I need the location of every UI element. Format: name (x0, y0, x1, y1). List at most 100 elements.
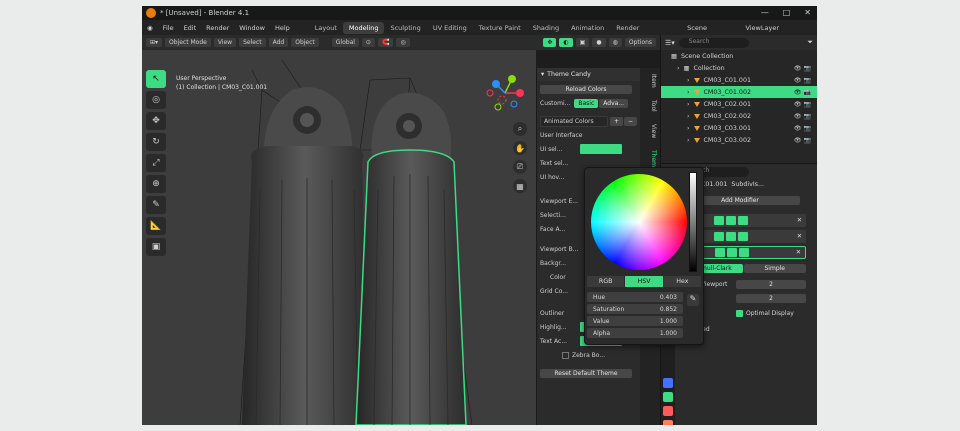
tab-modeling[interactable]: Modeling (342, 21, 385, 34)
customize-advanced-button[interactable]: Adva... (599, 98, 629, 108)
tab-item[interactable]: Item (643, 74, 657, 88)
gizmo-toggle[interactable]: ✥ (543, 38, 557, 47)
visibility-toggles[interactable]: 👁📷 (794, 89, 813, 96)
transform-orientation-dropdown[interactable]: Global (331, 38, 359, 47)
expand-arrow-icon[interactable]: › (687, 101, 690, 108)
outliner-editor-icon[interactable]: ☰▾ (665, 39, 675, 47)
simple-button[interactable]: Simple (743, 264, 806, 273)
visibility-toggles[interactable]: 👁📷 (794, 125, 813, 132)
outliner-row[interactable]: ▦ Scene Collection (661, 50, 817, 62)
outliner-row[interactable]: › ▦ Collection 👁📷 (661, 62, 817, 74)
reload-colors-button[interactable]: Reload Colors (540, 84, 632, 94)
outliner-search[interactable]: Search (678, 37, 749, 48)
panel-title[interactable]: ▾ Theme Candy (537, 68, 640, 81)
outliner-row[interactable]: › CM03_C02.001 👁📷 (661, 98, 817, 110)
tab-view[interactable]: View (643, 124, 657, 138)
physics-tab-icon[interactable] (663, 392, 673, 402)
visibility-toggles[interactable]: 👁📷 (794, 101, 813, 108)
expand-arrow-icon[interactable]: › (687, 77, 690, 84)
render-levels-field[interactable]: 2 (736, 294, 806, 303)
section-user-interface[interactable]: User Interface (540, 132, 582, 139)
proportional-icon[interactable]: ◎ (396, 38, 410, 47)
picker-tab-hsv[interactable]: HSV (625, 276, 663, 287)
close-icon[interactable]: ✕ (797, 217, 802, 224)
data-tab-icon[interactable] (663, 420, 673, 425)
levels-viewport-field[interactable]: 2 (736, 280, 806, 289)
overlay-toggle[interactable]: ◐ (559, 38, 573, 47)
menu-window[interactable]: Window (234, 24, 270, 32)
3d-viewport[interactable]: ↖ ◎ ✥ ↻ ⤢ ⊕ ✎ 📐 ▣ User Perspective (1) C… (142, 50, 536, 425)
cursor-tool-icon[interactable]: ◎ (146, 91, 166, 109)
visibility-toggles[interactable]: 👁📷 (794, 77, 813, 84)
outliner-row[interactable]: › CM03_C01.001 👁📷 (661, 74, 817, 86)
view-layer-selector[interactable]: ViewLayer (745, 24, 779, 32)
menu-file[interactable]: File (158, 24, 179, 32)
hue-field[interactable]: Hue 0.403 (587, 292, 683, 302)
picker-tab-hex[interactable]: Hex (663, 276, 701, 287)
tab-tool[interactable]: Tool (643, 100, 657, 112)
zebra-checkbox[interactable] (562, 351, 569, 359)
mode-dropdown[interactable]: Object Mode (165, 38, 211, 47)
reset-theme-button[interactable]: Reset Default Theme (540, 368, 632, 378)
eyedropper-icon[interactable]: ✎ (687, 294, 699, 306)
customize-basic-button[interactable]: Basic (574, 98, 599, 108)
zoom-icon[interactable]: ⌕ (513, 122, 527, 136)
menu-render[interactable]: Render (201, 24, 234, 32)
section-viewport-edit[interactable]: Viewport E... (540, 198, 578, 205)
visibility-toggles[interactable]: 👁📷 (794, 65, 813, 72)
object-menu[interactable]: Object (291, 38, 319, 47)
tab-texture-paint[interactable]: Texture Paint (473, 22, 527, 34)
add-preset-button[interactable]: + (609, 116, 623, 126)
filter-icon[interactable]: ⏷ (807, 38, 813, 47)
section-viewport-background[interactable]: Viewport B... (540, 246, 578, 253)
tab-shading[interactable]: Shading (527, 22, 565, 34)
add-cube-tool-icon[interactable]: ▣ (146, 238, 166, 256)
close-icon[interactable]: ✕ (796, 249, 801, 256)
view-menu[interactable]: View (213, 38, 237, 47)
expand-arrow-icon[interactable]: › (687, 113, 690, 120)
close-button[interactable]: ✕ (804, 8, 811, 17)
value-field[interactable]: Value 1.000 (587, 316, 683, 326)
expand-arrow-icon[interactable]: › (687, 125, 690, 132)
outliner-row[interactable]: › CM03_C01.002 👁📷 (661, 86, 817, 98)
outliner-row[interactable]: › CM03_C03.001 👁📷 (661, 122, 817, 134)
alpha-field[interactable]: Alpha 1.000 (587, 328, 683, 338)
preset-dropdown[interactable]: Animated Colors (540, 115, 608, 127)
select-menu[interactable]: Select (239, 38, 266, 47)
outliner-row[interactable]: › CM03_C02.002 👁📷 (661, 110, 817, 122)
visibility-toggles[interactable]: 👁📷 (794, 137, 813, 144)
particles-tab-icon[interactable] (663, 378, 673, 388)
section-outliner[interactable]: Outliner (540, 310, 564, 317)
camera-view-icon[interactable]: ⎚ (513, 160, 527, 174)
tab-render[interactable]: Render (610, 22, 645, 34)
annotate-tool-icon[interactable]: ✎ (146, 196, 166, 214)
perspective-grid-icon[interactable]: ▦ (513, 179, 527, 193)
scene-selector[interactable]: Scene (687, 24, 707, 32)
visibility-toggles[interactable]: 👁📷 (794, 113, 813, 120)
close-icon[interactable]: ✕ (797, 233, 802, 240)
minimize-button[interactable]: — (761, 8, 769, 17)
expand-arrow-icon[interactable]: › (687, 89, 690, 96)
scale-tool-icon[interactable]: ⤢ (146, 154, 166, 172)
add-menu[interactable]: Add (268, 38, 289, 47)
constraints-tab-icon[interactable] (663, 406, 673, 416)
expand-arrow-icon[interactable]: › (687, 137, 690, 144)
pivot-icon[interactable]: ⊙ (361, 38, 375, 47)
navigation-gizmo[interactable] (482, 70, 528, 116)
editor-type-button[interactable]: ⊞▾ (146, 38, 163, 47)
move-tool-icon[interactable]: ✥ (146, 112, 166, 130)
menu-help[interactable]: Help (270, 24, 295, 32)
shading-material-icon[interactable]: ◍ (608, 38, 622, 47)
tab-sculpting[interactable]: Sculpting (384, 22, 426, 34)
blender-menu-icon[interactable]: ◉ (142, 24, 158, 32)
optimal-display-checkbox[interactable] (736, 310, 743, 317)
rotate-tool-icon[interactable]: ↻ (146, 133, 166, 151)
color-wheel[interactable] (591, 174, 687, 270)
snap-icon[interactable]: 🧲 (377, 38, 394, 47)
transform-tool-icon[interactable]: ⊕ (146, 175, 166, 193)
maximize-button[interactable]: □ (783, 8, 791, 17)
tab-layout[interactable]: Layout (309, 22, 343, 34)
options-dropdown[interactable]: Options (624, 38, 656, 47)
remove-preset-button[interactable]: − (623, 116, 637, 126)
xray-toggle[interactable]: ▣ (575, 38, 590, 47)
